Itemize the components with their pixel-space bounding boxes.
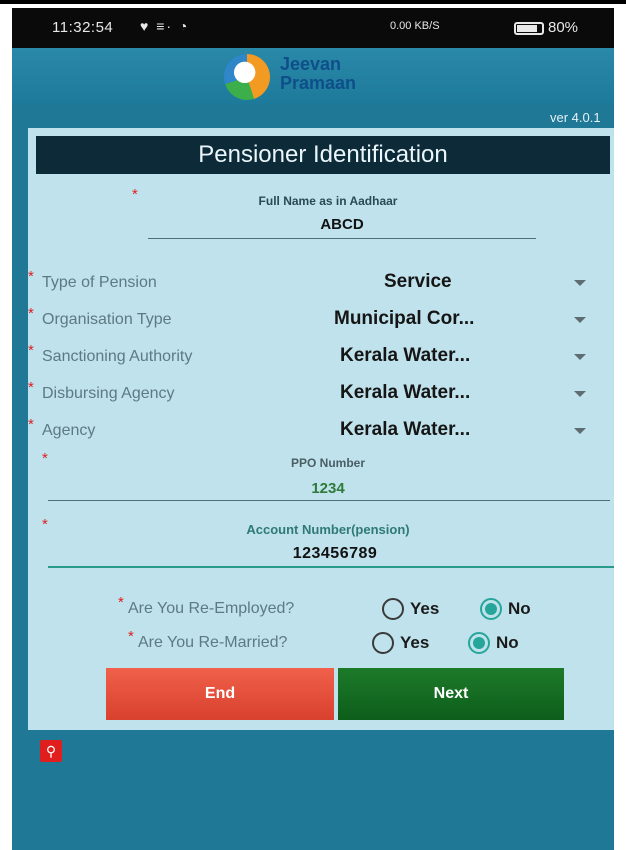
chevron-down-icon[interactable] — [574, 354, 586, 360]
required-marker: * — [42, 516, 48, 533]
re-married-yes-label[interactable]: Yes — [400, 633, 429, 653]
re-employed-yes-radio[interactable] — [382, 598, 404, 620]
chevron-down-icon[interactable] — [574, 317, 586, 323]
account-number-label: Account Number(pension) — [246, 522, 410, 537]
screenshot-frame: 11:32:54 ♥ ≡· ◔ 0.00 KB/S 80% Jeevan Pra… — [0, 0, 626, 850]
usb-icon: ⚲ — [40, 740, 62, 762]
re-married-yes-radio[interactable] — [372, 632, 394, 654]
next-button[interactable]: Next — [338, 668, 564, 720]
sanctioning-authority-label: Sanctioning Authority — [42, 348, 193, 365]
ppo-number-label: PPO Number — [290, 456, 365, 470]
full-name-label: Full Name as in Aadhaar — [258, 194, 398, 208]
re-married-no-radio[interactable] — [468, 632, 490, 654]
frame-border — [0, 0, 626, 4]
status-time: 11:32:54 — [52, 19, 114, 36]
ppo-number-field[interactable]: 1234 — [228, 480, 428, 497]
battery-percent: 80% — [548, 19, 579, 36]
full-name-field[interactable]: ABCD — [148, 216, 536, 233]
required-marker: * — [28, 416, 34, 433]
re-employed-question: Are You Re-Employed? — [128, 600, 295, 617]
re-employed-yes-label[interactable]: Yes — [410, 599, 439, 619]
re-employed-row: * Are You Re-Employed? Yes No — [28, 594, 614, 622]
phone-screen: 11:32:54 ♥ ≡· ◔ 0.00 KB/S 80% Jeevan Pra… — [12, 8, 614, 850]
type-of-pension-select[interactable]: * Type of Pension Service — [28, 268, 614, 298]
required-marker: * — [28, 305, 34, 322]
required-marker: * — [118, 594, 124, 611]
ppo-underline — [48, 500, 610, 501]
chevron-down-icon[interactable] — [574, 280, 586, 286]
agency-select[interactable]: * Agency Kerala Water... — [28, 416, 614, 446]
re-married-row: * Are You Re-Married? Yes No — [28, 628, 614, 656]
disbursing-agency-label: Disbursing Agency — [42, 385, 175, 402]
app-header: Jeevan Pramaan — [12, 48, 614, 104]
agency-label: Agency — [42, 422, 96, 439]
disbursing-agency-select[interactable]: * Disbursing Agency Kerala Water... — [28, 379, 614, 409]
disbursing-agency-value[interactable]: Kerala Water... — [340, 382, 470, 404]
re-employed-no-label[interactable]: No — [508, 599, 531, 619]
app-version: ver 4.0.1 — [550, 110, 601, 125]
agency-value[interactable]: Kerala Water... — [340, 419, 470, 441]
full-name-underline — [148, 238, 536, 239]
required-marker: * — [28, 268, 34, 285]
organisation-type-label: Organisation Type — [42, 311, 172, 328]
type-of-pension-value[interactable]: Service — [384, 271, 452, 293]
notification-icons: ♥ ≡· ◔ — [140, 18, 190, 34]
required-marker: * — [28, 342, 34, 359]
re-married-question: Are You Re-Married? — [138, 634, 288, 651]
status-bar: 11:32:54 ♥ ≡· ◔ 0.00 KB/S 80% — [12, 8, 614, 48]
app-name: Jeevan Pramaan — [280, 55, 356, 93]
required-marker: * — [128, 628, 134, 645]
jeevan-pramaan-logo-icon — [224, 54, 270, 100]
battery-icon — [514, 22, 544, 35]
app-name-line2: Pramaan — [280, 73, 357, 93]
required-marker: * — [28, 379, 34, 396]
type-of-pension-label: Type of Pension — [42, 274, 157, 291]
required-marker: * — [42, 450, 48, 467]
pensioner-form: Pensioner Identification * Full Name as … — [28, 128, 614, 730]
chevron-down-icon[interactable] — [574, 391, 586, 397]
re-employed-no-radio[interactable] — [480, 598, 502, 620]
account-number-input[interactable] — [48, 542, 614, 568]
required-marker: * — [132, 186, 138, 203]
network-speed: 0.00 KB/S — [390, 20, 440, 32]
sanctioning-authority-select[interactable]: * Sanctioning Authority Kerala Water... — [28, 342, 614, 372]
organisation-type-select[interactable]: * Organisation Type Municipal Cor... — [28, 305, 614, 335]
organisation-type-value[interactable]: Municipal Cor... — [334, 308, 474, 330]
app-name-line1: Jeevan — [280, 54, 342, 74]
re-married-no-label[interactable]: No — [496, 633, 519, 653]
end-button[interactable]: End — [106, 668, 334, 720]
form-title: Pensioner Identification — [36, 136, 610, 174]
chevron-down-icon[interactable] — [574, 428, 586, 434]
sanctioning-authority-value[interactable]: Kerala Water... — [340, 345, 470, 367]
